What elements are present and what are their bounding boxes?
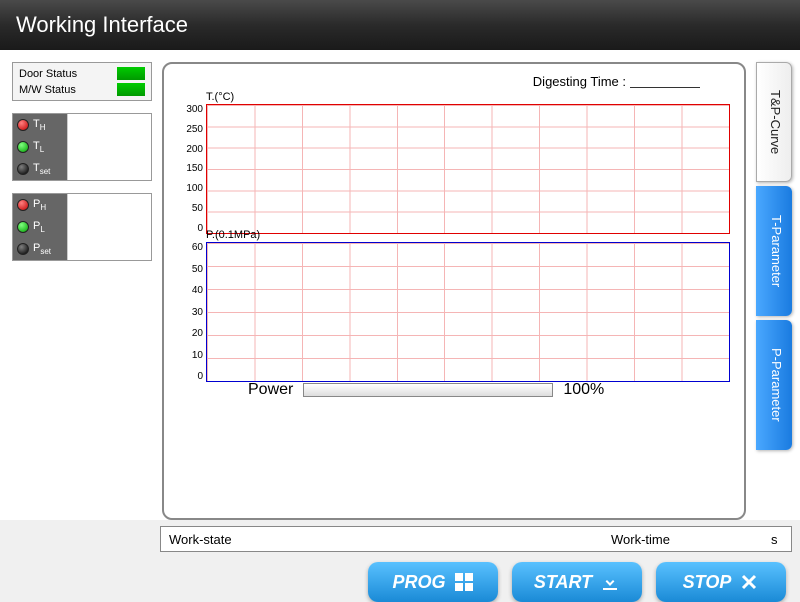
tl-value — [67, 136, 151, 158]
pset-row: Pset — [13, 238, 151, 260]
tl-row: TL — [13, 136, 151, 158]
dot-icon — [17, 119, 29, 131]
tab-p-parameter[interactable]: P-Parameter — [756, 320, 792, 450]
button-bar: PROG START STOP — [0, 552, 800, 602]
mw-status-led — [117, 83, 145, 96]
work-state-label: Work-state — [169, 532, 249, 547]
digesting-time-label: Digesting Time : — [533, 74, 626, 89]
dot-icon — [17, 243, 29, 255]
p-chart-title: P.(0.1MPa) — [178, 229, 730, 241]
start-button[interactable]: START — [512, 562, 642, 602]
chart-panel: Digesting Time : T.(°C) 3002502001501005… — [162, 62, 746, 520]
mw-status-row: M/W Status — [19, 83, 145, 96]
status-box: Door Status M/W Status — [12, 62, 152, 101]
power-label: Power — [248, 381, 293, 399]
p-chart-yaxis: 6050403020100 — [178, 242, 206, 382]
dot-icon — [17, 141, 29, 153]
power-percent: 100% — [563, 381, 604, 399]
header-bar: Working Interface — [0, 0, 800, 50]
p-chart-grid — [206, 242, 730, 382]
pl-value — [67, 216, 151, 238]
t-param-box: TH TL Tset — [12, 113, 152, 181]
ph-value — [67, 194, 151, 216]
tset-row: Tset — [13, 158, 151, 180]
prog-button[interactable]: PROG — [368, 562, 498, 602]
door-status-row: Door Status — [19, 67, 145, 80]
work-time-label: Work-time — [611, 532, 681, 547]
download-icon — [600, 572, 620, 592]
mw-status-label: M/W Status — [19, 84, 76, 96]
power-bar — [303, 383, 553, 397]
power-row: Power 100% — [178, 381, 730, 399]
dot-icon — [17, 221, 29, 233]
th-row: TH — [13, 114, 151, 136]
pressure-chart: P.(0.1MPa) 6050403020100 — [178, 229, 730, 369]
work-state-bar: Work-state Work-time s — [160, 526, 792, 552]
tab-tp-curve[interactable]: T&P-Curve — [756, 62, 792, 182]
side-tabs: T&P-Curve T-Parameter P-Parameter — [756, 62, 792, 520]
temperature-chart: T.(°C) 300250200150100500 — [178, 91, 730, 221]
dot-icon — [17, 163, 29, 175]
tab-t-parameter[interactable]: T-Parameter — [756, 186, 792, 316]
t-chart-grid — [206, 104, 730, 234]
work-time-unit: s — [771, 532, 783, 547]
p-param-box: PH PL Pset — [12, 193, 152, 261]
pl-row: PL — [13, 216, 151, 238]
main-area: Door Status M/W Status TH TL Tset — [0, 50, 800, 520]
dot-icon — [17, 199, 29, 211]
door-status-led — [117, 67, 145, 80]
t-chart-title: T.(°C) — [178, 91, 730, 103]
ph-row: PH — [13, 194, 151, 216]
page-title: Working Interface — [16, 12, 188, 38]
th-value — [67, 114, 151, 136]
pset-value — [67, 238, 151, 260]
tset-value — [67, 158, 151, 180]
sidebar: Door Status M/W Status TH TL Tset — [12, 62, 152, 520]
close-icon — [739, 572, 759, 592]
stop-button[interactable]: STOP — [656, 562, 786, 602]
grid-icon — [454, 572, 474, 592]
door-status-label: Door Status — [19, 68, 77, 80]
digesting-time-value — [630, 74, 700, 88]
t-chart-yaxis: 300250200150100500 — [178, 104, 206, 234]
digesting-time-row: Digesting Time : — [178, 74, 730, 89]
